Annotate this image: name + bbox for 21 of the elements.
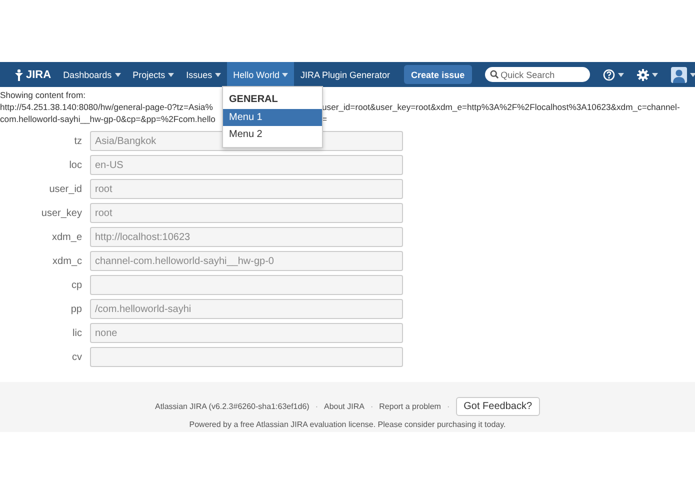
license-note: Powered by a free Atlassian JIRA evaluation license. Please consider purchasing it today. xyxy=(188,420,507,429)
field-label: xdm_c xyxy=(52,256,83,266)
version-text: Atlassian JIRA (v6.2.3#6260-sha1:63ef1d6) xyxy=(155,402,310,411)
field-label: cv xyxy=(71,352,83,362)
separator-dot: · xyxy=(370,402,374,411)
separator-dot: · xyxy=(446,402,450,411)
field-label: lic xyxy=(72,328,83,338)
separator-dot: · xyxy=(315,402,318,411)
field-label: tz xyxy=(73,136,83,146)
logo-text: JIRA xyxy=(26,68,52,80)
field-label: user_id xyxy=(48,184,83,194)
menu-heading: GENERAL xyxy=(228,93,279,107)
field-label: user_key xyxy=(40,208,83,218)
field-label: cp xyxy=(70,280,83,290)
url-text: http://54.251.38.140:8080/hw/general-page-0?tz=Asia% xyxy=(0,102,213,112)
url-text: com.helloworld-sayhi__hw-gp-0&cp=&pp=%2Fcom.hello xyxy=(0,114,216,124)
field-label: pp xyxy=(70,304,83,314)
intro-text: Showing content from: xyxy=(0,89,86,101)
url-text: user_id=root&user_key=root&xdm_e=http%3A%2F%2Flocalhost%3A10623&xdm_c=channel- xyxy=(322,101,680,113)
field-label: loc xyxy=(68,160,83,170)
field-label: xdm_e xyxy=(50,232,83,242)
